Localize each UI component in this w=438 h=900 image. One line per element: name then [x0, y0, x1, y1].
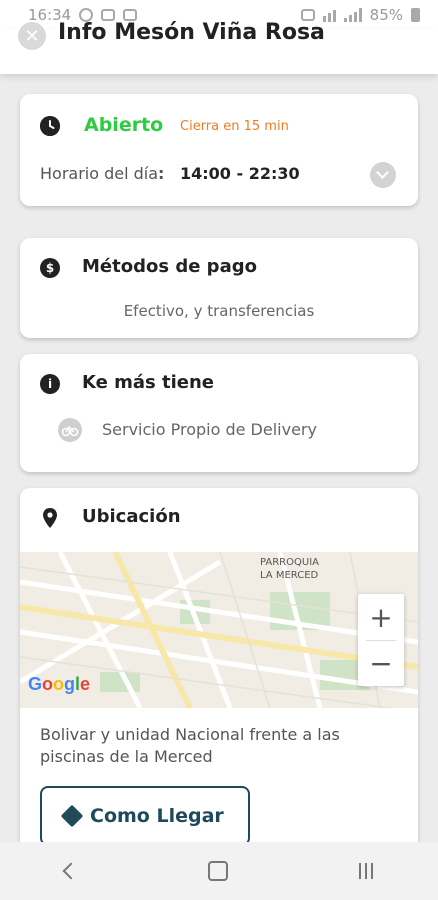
payment-card: $ Métodos de pago Efectivo, y transferen…	[20, 238, 418, 338]
hours-label: Horario del día:	[40, 164, 165, 183]
back-button[interactable]	[62, 862, 80, 880]
hours-value: 14:00 - 22:30	[180, 164, 300, 183]
page-title: Info Mesón Viña Rosa	[58, 20, 325, 45]
system-nav-bar	[0, 842, 438, 900]
clock-icon	[40, 116, 60, 136]
directions-label: Como Llegar	[90, 805, 224, 827]
extras-title: Ke más tiene	[82, 372, 214, 393]
zoom-out-button[interactable]: −	[358, 640, 404, 686]
google-logo: Google	[28, 674, 91, 694]
signal-icon	[343, 8, 362, 22]
map[interactable]: PARROQUIA LA MERCED + − Google	[20, 552, 418, 708]
battery-level: 85%	[369, 6, 403, 24]
directions-button[interactable]: Como Llegar	[40, 786, 250, 846]
header: ✕ Info Mesón Viña Rosa	[0, 20, 438, 74]
delivery-service: Servicio Propio de Delivery	[102, 420, 317, 439]
payment-title: Métodos de pago	[82, 256, 257, 277]
location-title: Ubicación	[82, 506, 181, 527]
schedule-card: Abierto Cierra en 15 min Horario del día…	[20, 94, 418, 206]
recent-apps-button[interactable]	[358, 863, 373, 879]
zoom-in-button[interactable]: +	[358, 594, 404, 640]
expand-hours-button[interactable]	[370, 162, 396, 188]
payment-methods: Efectivo, y transferencias	[123, 302, 315, 320]
info-icon: i	[40, 374, 60, 394]
close-button[interactable]: ✕	[18, 22, 46, 50]
location-card: Ubicación PARROQUIA LA MERCED + − Google…	[20, 488, 418, 868]
map-pin-icon	[40, 508, 60, 528]
zoom-controls: + −	[358, 594, 404, 686]
address-text: Bolivar y unidad Nacional frente a las p…	[40, 725, 340, 766]
close-icon: ✕	[24, 25, 40, 47]
battery-icon	[411, 8, 420, 22]
dollar-icon: $	[40, 258, 60, 278]
map-label: PARROQUIA LA MERCED	[260, 557, 319, 581]
closing-soon-badge: Cierra en 15 min	[180, 119, 289, 134]
open-status: Abierto	[84, 114, 164, 136]
home-button[interactable]	[207, 861, 228, 881]
extras-card: i Ke más tiene Servicio Propio de Delive…	[20, 354, 418, 472]
bicycle-icon	[58, 418, 82, 442]
directions-icon	[60, 804, 84, 828]
